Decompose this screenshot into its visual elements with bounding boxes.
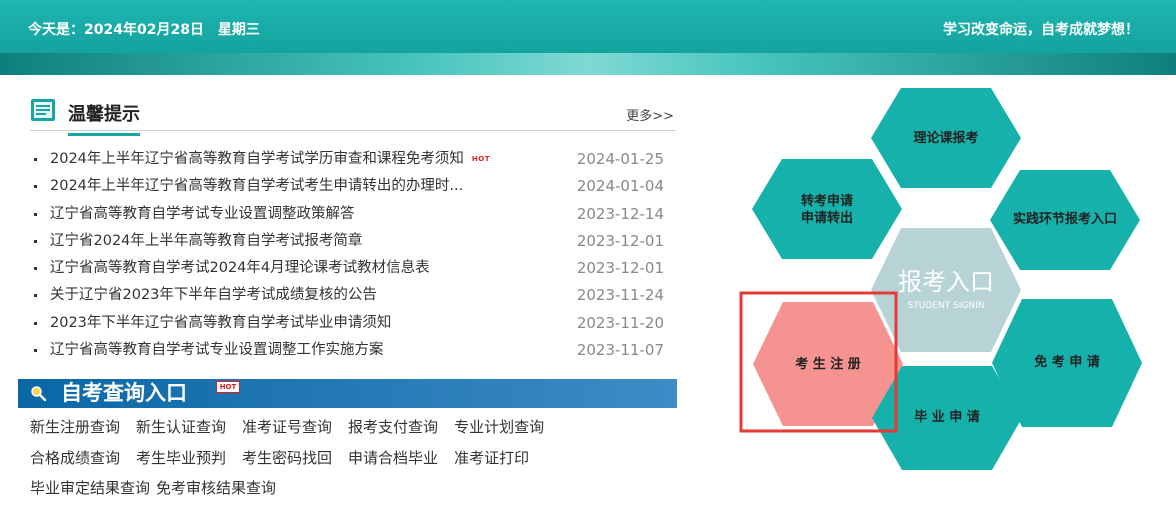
news-title[interactable]: 辽宁省高等教育自学考试专业设置调整工作实施方案 bbox=[50, 339, 384, 361]
news-title[interactable]: 2023年下半年辽宁省高等教育自学考试毕业申请须知 bbox=[50, 312, 391, 334]
news-date: 2023-12-01 bbox=[576, 259, 664, 278]
list-item[interactable]: 关于辽宁省2023年下半年自学考试成绩复核的公告 2023-11-24 bbox=[34, 284, 664, 311]
news-title[interactable]: 2024年上半年辽宁省高等教育自学考试学历审查和课程免考须知 HOT bbox=[50, 148, 490, 170]
hot-badge: HOT bbox=[471, 155, 490, 163]
hex-register-label: 考 生 注 册 bbox=[795, 357, 861, 372]
list-item[interactable]: 辽宁省高等教育自学考试2024年4月理论课考试教材信息表 2023-12-01 bbox=[34, 257, 664, 284]
tips-header: 温馨提示 更多>> bbox=[30, 98, 676, 136]
query-link[interactable]: 专业计划查询 bbox=[454, 418, 544, 436]
query-link[interactable]: 免考审核结果查询 bbox=[156, 479, 276, 497]
news-date: 2023-11-24 bbox=[576, 286, 664, 305]
hex-transfer-label-1: 转考申请 bbox=[800, 194, 853, 209]
hex-practice-label: 实践环节报考入口 bbox=[1012, 212, 1117, 227]
news-title[interactable]: 2024年上半年辽宁省高等教育自学考试考生申请转出的办理时... bbox=[50, 175, 463, 197]
more-link[interactable]: 更多>> bbox=[626, 105, 674, 124]
notice-board-icon bbox=[31, 99, 55, 121]
entry-hex-cluster: 理论课报考 转考申请 申请转出 实践环节报考入口 报考入口 STUDENT SI… bbox=[720, 78, 1160, 508]
query-links-row-2: 合格成绩查询 考生毕业预判 考生密码找回 申请合档毕业 准考证打印 bbox=[30, 447, 545, 468]
news-title[interactable]: 关于辽宁省2023年下半年自学考试成绩复核的公告 bbox=[50, 284, 377, 306]
hex-center-title: 报考入口 bbox=[898, 268, 994, 296]
bullet bbox=[34, 267, 37, 271]
bullet bbox=[34, 158, 37, 161]
bullet bbox=[34, 239, 37, 243]
query-link[interactable]: 毕业审定结果查询 bbox=[30, 479, 150, 497]
bullet bbox=[34, 212, 37, 216]
query-links-row-3: 毕业审定结果查询 免考审核结果查询 bbox=[30, 477, 292, 498]
slogan: 学习改变命运，自考成就梦想！ bbox=[943, 22, 1139, 38]
news-date: 2023-12-14 bbox=[576, 204, 664, 223]
list-item[interactable]: 2024年上半年辽宁省高等教育自学考试考生申请转出的办理时... 2024-01-… bbox=[34, 175, 664, 202]
list-item[interactable]: 辽宁省高等教育自学考试专业设置调整政策解答 2023-12-14 bbox=[34, 203, 664, 230]
bullet bbox=[34, 321, 37, 325]
list-item[interactable]: 辽宁省2024年上半年高等教育自学考试报考简章 2023-12-01 bbox=[34, 230, 664, 257]
query-link[interactable]: 考生密码找回 bbox=[242, 449, 332, 467]
news-date: 2024-01-25 bbox=[576, 150, 664, 168]
query-section-header: 自考查询入口 HOT bbox=[18, 379, 677, 408]
news-title[interactable]: 辽宁省2024年上半年高等教育自学考试报考简章 bbox=[50, 230, 362, 252]
query-link[interactable]: 申请合档毕业 bbox=[348, 449, 438, 467]
hex-transfer-label-2: 申请转出 bbox=[800, 211, 853, 226]
news-title[interactable]: 辽宁省高等教育自学考试专业设置调整政策解答 bbox=[50, 203, 355, 225]
query-link[interactable]: 合格成绩查询 bbox=[30, 449, 120, 467]
hex-top-label: 理论课报考 bbox=[913, 131, 979, 146]
query-links-row-1: 新生注册查询 新生认证查询 准考证号查询 报考支付查询 专业计划查询 bbox=[30, 416, 560, 437]
news-title[interactable]: 辽宁省高等教育自学考试2024年4月理论课考试教材信息表 bbox=[50, 257, 430, 279]
news-date: 2024-01-04 bbox=[576, 177, 664, 196]
query-title: 自考查询入口 bbox=[61, 381, 187, 405]
query-link[interactable]: 新生认证查询 bbox=[136, 418, 226, 436]
query-link[interactable]: 准考证号查询 bbox=[242, 418, 332, 436]
current-date: 今天是：2024年02月28日 星期三 bbox=[28, 22, 260, 38]
top-bar: 今天是：2024年02月28日 星期三 学习改变命运，自考成就梦想！ bbox=[0, 0, 1176, 53]
bullet bbox=[34, 185, 37, 189]
list-item[interactable]: 2024年上半年辽宁省高等教育自学考试学历审查和课程免考须知 HOT 2024-01… bbox=[34, 148, 664, 175]
news-list: 2024年上半年辽宁省高等教育自学考试学历审查和课程免考须知 HOT 2024-01… bbox=[34, 148, 664, 366]
tips-title: 温馨提示 bbox=[68, 100, 140, 136]
search-icon bbox=[31, 386, 46, 401]
bullet bbox=[34, 294, 37, 298]
hex-center-subtitle: STUDENT SIGNIN bbox=[907, 301, 985, 311]
query-link[interactable]: 报考支付查询 bbox=[348, 418, 438, 436]
query-link[interactable]: 考生毕业预判 bbox=[136, 449, 226, 467]
list-item[interactable]: 辽宁省高等教育自学考试专业设置调整工作实施方案 2023-11-07 bbox=[34, 339, 664, 366]
hot-badge: HOT bbox=[216, 381, 240, 393]
list-item[interactable]: 2023年下半年辽宁省高等教育自学考试毕业申请须知 2023-11-20 bbox=[34, 312, 664, 339]
news-date: 2023-11-20 bbox=[576, 313, 664, 332]
decorative-band bbox=[0, 53, 1176, 75]
bullet bbox=[34, 349, 37, 353]
query-link[interactable]: 准考证打印 bbox=[454, 449, 529, 467]
hex-graduate-label: 毕 业 申 请 bbox=[914, 410, 980, 425]
query-link[interactable]: 新生注册查询 bbox=[30, 418, 120, 436]
hex-exempt-label: 免 考 申 请 bbox=[1034, 355, 1100, 370]
news-date: 2023-12-01 bbox=[576, 231, 664, 250]
news-date: 2023-11-07 bbox=[576, 341, 664, 360]
